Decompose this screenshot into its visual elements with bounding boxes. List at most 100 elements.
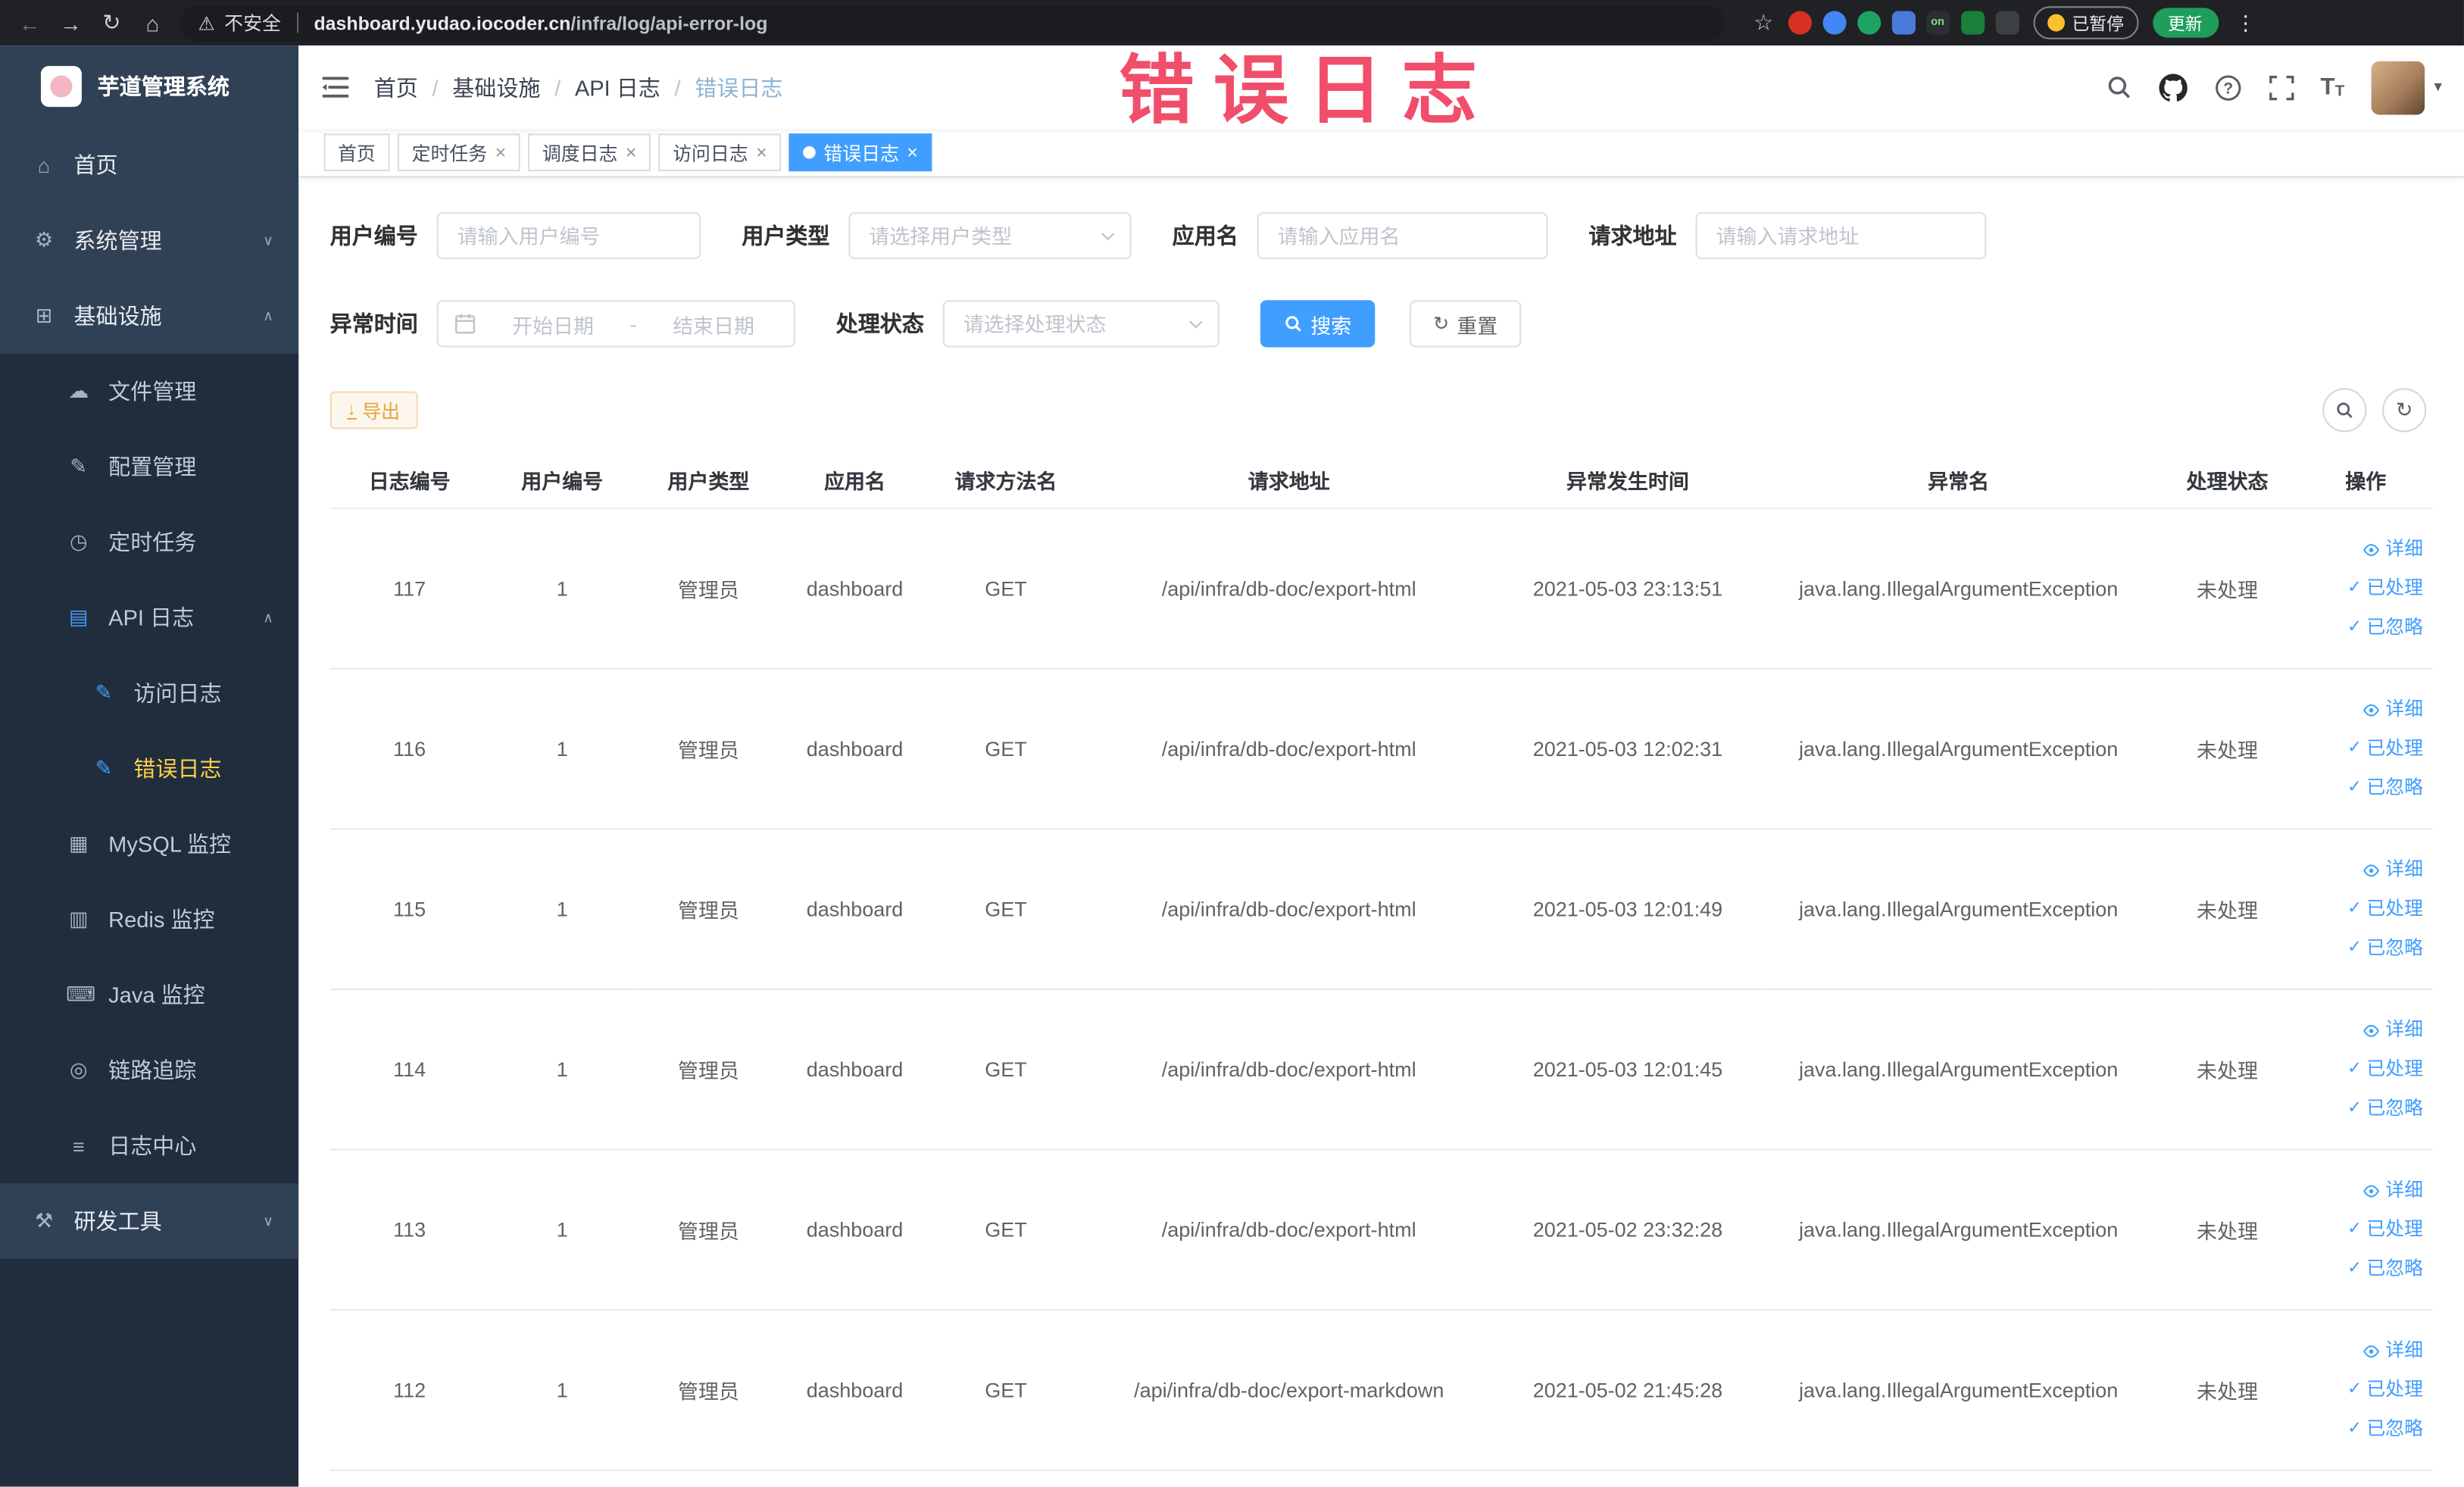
close-icon[interactable]: ×: [495, 142, 507, 164]
sidebar-item-system-mgmt[interactable]: ⚙ 系统管理 ∨: [0, 202, 299, 279]
extension-red-circle[interactable]: [1787, 11, 1812, 35]
sidebar-item-java-monitor[interactable]: ⌨ Java 监控: [0, 957, 299, 1033]
sidebar-item-config-mgmt[interactable]: ✎ 配置管理: [0, 429, 299, 505]
mark-ignored-link[interactable]: ✓ 已忽略: [2305, 1410, 2423, 1449]
mark-ignored-link[interactable]: ✓ 已忽略: [2305, 929, 2423, 968]
mark-ignored-link[interactable]: ✓ 已忽略: [2305, 608, 2423, 648]
monitor-icon: ⌨: [66, 982, 96, 1006]
refresh-table-button[interactable]: ↻: [2382, 388, 2427, 433]
home-icon[interactable]: ⌂: [139, 10, 167, 35]
mark-processed-link[interactable]: ✓ 已处理: [2305, 889, 2423, 929]
sidebar-item-infrastructure[interactable]: ⊞ 基础设施 ∧: [0, 278, 299, 354]
fullscreen-icon[interactable]: [2269, 74, 2294, 100]
extension-green-leaf[interactable]: [1960, 11, 1985, 35]
close-icon[interactable]: ×: [626, 142, 637, 164]
smiley-icon: [2047, 14, 2065, 32]
detail-link[interactable]: 详细: [2305, 1171, 2423, 1211]
browser-update-button[interactable]: 更新: [2152, 8, 2219, 38]
detail-link[interactable]: 详细: [2305, 1011, 2423, 1050]
extension-dark-paw[interactable]: [1994, 11, 2019, 35]
avatar: [2371, 60, 2425, 114]
breadcrumb-item[interactable]: API 日志: [575, 71, 661, 102]
browser-menu-icon[interactable]: ⋮: [2232, 10, 2259, 35]
table-cell: GET: [928, 668, 1084, 830]
infra-icon: ⊞: [35, 303, 53, 327]
browser-chrome: ← → ↻ ⌂ ⚠ 不安全 dashboard.yudao.iocoder.cn…: [0, 0, 2464, 46]
paused-badge[interactable]: 已暂停: [2032, 6, 2138, 39]
tools-icon: ⚒: [34, 1208, 54, 1232]
mark-ignored-link[interactable]: ✓ 已忽略: [2305, 768, 2423, 808]
breadcrumb-item[interactable]: 基础设施: [452, 71, 540, 102]
sidebar-item-api-log[interactable]: ▤ API 日志 ∧: [0, 579, 299, 656]
process-status-select[interactable]: [944, 301, 1218, 346]
detail-link[interactable]: 详细: [2305, 850, 2423, 889]
date-range-picker[interactable]: 开始日期 - 结束日期: [436, 300, 795, 348]
tab-error-log[interactable]: 错误日志 ×: [789, 133, 932, 172]
app-logo[interactable]: 芋道管理系统: [0, 45, 298, 127]
refresh-icon[interactable]: ↻: [98, 9, 126, 36]
extension-on-badge[interactable]: on: [1925, 11, 1950, 35]
detail-link[interactable]: 详细: [2305, 690, 2423, 729]
chevron-down-icon: [1186, 314, 1205, 333]
mark-ignored-link[interactable]: ✓ 已忽略: [2305, 1089, 2423, 1129]
search-icon[interactable]: [2105, 74, 2131, 101]
extension-blue-drop[interactable]: [1822, 11, 1846, 35]
toggle-search-button[interactable]: [2322, 388, 2367, 433]
font-size-icon[interactable]: TT: [2321, 74, 2345, 101]
app-name-input[interactable]: [1258, 214, 1547, 258]
table-cell: 1: [489, 1149, 636, 1311]
table-cell: dashboard: [781, 508, 929, 670]
check-icon: ✓: [2347, 578, 2363, 598]
sidebar-item-access-log[interactable]: ✎ 访问日志: [0, 655, 299, 731]
export-button[interactable]: ↓ 导出: [329, 391, 417, 430]
user-type-select[interactable]: [850, 214, 1130, 258]
tab-scheduled-job[interactable]: 定时任务 ×: [397, 133, 520, 172]
search-button[interactable]: 搜索: [1260, 300, 1376, 348]
table-cell: 113: [329, 1149, 489, 1311]
sidebar-item-link-trace[interactable]: ◎ 链路追踪: [0, 1032, 299, 1108]
mark-processed-link[interactable]: ✓ 已处理: [2305, 1370, 2423, 1410]
sidebar-item-mysql-monitor[interactable]: ▦ MySQL 监控: [0, 806, 299, 882]
table-cell: java.lang.IllegalArgumentException: [1761, 829, 2156, 990]
sidebar-item-redis-monitor[interactable]: ▥ Redis 监控: [0, 881, 299, 957]
breadcrumb-item[interactable]: 首页: [374, 71, 418, 102]
request-url-input[interactable]: [1697, 214, 1985, 258]
help-icon[interactable]: ?: [2213, 73, 2241, 101]
close-icon[interactable]: ×: [907, 142, 918, 164]
row-actions: 详细 ✓ 已处理 ✓ 已忽略: [2298, 668, 2433, 830]
address-bar[interactable]: ⚠ 不安全 dashboard.yudao.iocoder.cn/infra/l…: [179, 5, 1725, 40]
forward-icon[interactable]: →: [57, 10, 85, 35]
user-id-input[interactable]: [438, 214, 700, 258]
detail-link[interactable]: 详细: [2305, 530, 2423, 569]
tab-job-log[interactable]: 调度日志 ×: [528, 133, 651, 172]
extension-blue-grid[interactable]: [1891, 11, 1916, 35]
github-icon[interactable]: [2158, 73, 2188, 101]
tab-home[interactable]: 首页: [323, 133, 390, 172]
back-icon[interactable]: ←: [16, 10, 44, 35]
hamburger-icon[interactable]: [322, 76, 349, 99]
mark-ignored-link[interactable]: ✓ 已忽略: [2305, 1249, 2423, 1289]
table-cell: /api/infra/db-doc/export-html: [1083, 829, 1494, 990]
close-icon[interactable]: ×: [756, 142, 767, 164]
tab-access-log[interactable]: 访问日志 ×: [658, 133, 782, 172]
mark-processed-link[interactable]: ✓ 已处理: [2305, 1210, 2423, 1249]
sidebar-item-error-log[interactable]: ✎ 错误日志: [0, 730, 299, 807]
bookmark-star-icon[interactable]: ☆: [1754, 9, 1773, 36]
mark-processed-link[interactable]: ✓ 已处理: [2305, 729, 2423, 769]
reset-button[interactable]: ↻ 重置: [1409, 300, 1522, 348]
mark-processed-link[interactable]: ✓ 已处理: [2305, 569, 2423, 608]
check-icon: ✓: [2347, 1219, 2363, 1239]
sidebar-item-log-center[interactable]: ≡ 日志中心: [0, 1107, 299, 1184]
sidebar-item-home[interactable]: ⌂ 首页: [0, 127, 299, 203]
table-cell: 2021-05-03 12:01:49: [1494, 829, 1762, 990]
sidebar-item-file-mgmt[interactable]: ☁ 文件管理: [0, 353, 299, 430]
mark-processed-link[interactable]: ✓ 已处理: [2305, 1050, 2423, 1089]
table-cell: /api/infra/db-doc/export-markdown: [1083, 1310, 1494, 1471]
user-menu[interactable]: ▾: [2371, 60, 2442, 114]
sidebar-item-scheduled-tasks[interactable]: ◷ 定时任务: [0, 504, 299, 580]
sidebar-item-dev-tools[interactable]: ⚒ 研发工具 ∨: [0, 1183, 299, 1259]
detail-link[interactable]: 详细: [2305, 1331, 2423, 1370]
chevron-down-icon: ∨: [263, 1212, 273, 1229]
extension-green-circle[interactable]: [1857, 11, 1881, 35]
tags-view: 首页 定时任务 × 调度日志 × 访问日志 × 错误日志 ×: [298, 129, 2464, 178]
